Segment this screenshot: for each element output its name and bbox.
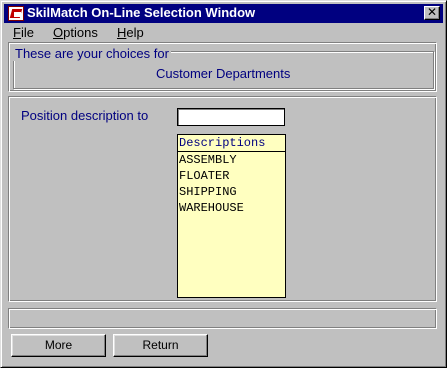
list-item[interactable]: SHIPPING <box>178 184 285 200</box>
list-item[interactable]: ASSEMBLY <box>178 152 285 168</box>
position-description-label: Position description to <box>21 108 149 123</box>
app-icon[interactable] <box>8 6 24 21</box>
status-bar <box>8 308 437 329</box>
menu-help[interactable]: Help <box>117 25 144 40</box>
more-button[interactable]: More <box>11 334 106 357</box>
window-title: SkilMatch On-Line Selection Window <box>27 5 256 20</box>
close-icon[interactable]: ✕ <box>424 6 440 20</box>
choices-subject: Customer Departments <box>156 66 291 81</box>
menu-options[interactable]: Options <box>53 25 98 40</box>
list-item[interactable]: WAREHOUSE <box>178 200 285 216</box>
descriptions-listbox[interactable]: Descriptions ASSEMBLY FLOATER SHIPPING W… <box>177 134 286 298</box>
menu-file[interactable]: File <box>13 25 34 40</box>
menu-bar: File Options Help <box>4 23 443 42</box>
descriptions-header: Descriptions <box>178 135 285 152</box>
position-description-input[interactable] <box>177 108 285 126</box>
list-item[interactable]: FLOATER <box>178 168 285 184</box>
title-bar[interactable]: SkilMatch On-Line Selection Window ✕ <box>4 4 443 23</box>
choices-legend: These are your choices for <box>13 46 171 61</box>
return-button[interactable]: Return <box>113 334 208 357</box>
